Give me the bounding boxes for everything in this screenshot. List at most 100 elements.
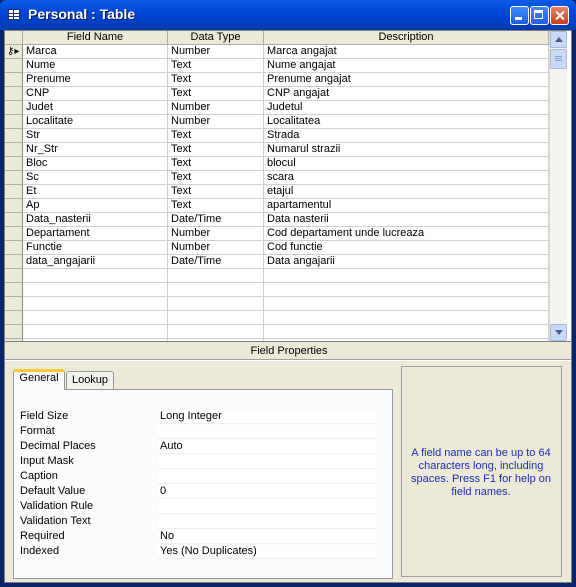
description-cell[interactable]: Cod functie [264, 241, 549, 255]
field-name-cell[interactable]: Sc [23, 171, 168, 185]
property-value-field[interactable]: No [158, 530, 376, 544]
vertical-scrollbar[interactable] [549, 31, 567, 341]
data-type-cell[interactable]: Text [168, 73, 264, 87]
scroll-thumb[interactable] [550, 49, 567, 69]
description-cell[interactable] [264, 297, 549, 311]
row-selector[interactable] [5, 269, 23, 283]
row-selector[interactable] [5, 325, 23, 339]
data-type-cell[interactable] [168, 283, 264, 297]
property-value-field[interactable]: Yes (No Duplicates) [158, 545, 376, 559]
header-data-type[interactable]: Data Type [168, 31, 264, 45]
field-name-cell[interactable]: Et [23, 185, 168, 199]
description-cell[interactable]: apartamentul [264, 199, 549, 213]
field-name-cell[interactable]: Str [23, 129, 168, 143]
property-value-field[interactable] [158, 425, 376, 439]
maximize-button[interactable] [530, 6, 549, 25]
table-row[interactable]: Ap Text apartamentul [5, 199, 549, 213]
field-name-cell[interactable]: Ap [23, 199, 168, 213]
table-row[interactable] [5, 311, 549, 325]
close-button[interactable] [550, 6, 569, 25]
row-selector[interactable] [5, 115, 23, 129]
description-cell[interactable]: Data angajarii [264, 255, 549, 269]
row-selector[interactable] [5, 87, 23, 101]
table-row[interactable] [5, 283, 549, 297]
description-cell[interactable] [264, 311, 549, 325]
data-type-cell[interactable]: Number [168, 101, 264, 115]
property-value-field[interactable]: 0 [158, 485, 376, 499]
data-type-cell[interactable]: Text [168, 59, 264, 73]
table-row[interactable] [5, 297, 549, 311]
property-value-field[interactable] [158, 515, 376, 529]
data-type-cell[interactable]: Text [168, 87, 264, 101]
row-selector[interactable] [5, 283, 23, 297]
row-selector[interactable] [5, 241, 23, 255]
table-row[interactable]: ⚷▸ Marca Number Marca angajat [5, 45, 549, 59]
description-cell[interactable]: scara [264, 171, 549, 185]
description-cell[interactable]: Cod departament unde lucreaza [264, 227, 549, 241]
data-type-cell[interactable]: Number [168, 45, 264, 59]
property-value-field[interactable] [158, 470, 376, 484]
table-row[interactable] [5, 325, 549, 339]
table-row[interactable]: data_angajarii Date/Time Data angajarii [5, 255, 549, 269]
data-type-cell[interactable]: Text [168, 143, 264, 157]
field-name-cell[interactable]: Functie [23, 241, 168, 255]
property-value-field[interactable] [158, 455, 376, 469]
data-type-cell[interactable]: Date/Time [168, 213, 264, 227]
table-row[interactable]: Departament Number Cod departament unde lu… [5, 227, 549, 241]
header-description[interactable]: Description [264, 31, 549, 45]
row-selector[interactable] [5, 213, 23, 227]
minimize-button[interactable] [510, 6, 529, 25]
row-selector[interactable] [5, 171, 23, 185]
description-cell[interactable]: Strada [264, 129, 549, 143]
table-row[interactable]: Et Text etajul [5, 185, 549, 199]
field-name-cell[interactable]: Prenume [23, 73, 168, 87]
field-name-cell[interactable] [23, 325, 168, 339]
property-value-field[interactable]: Long Integer [158, 410, 376, 424]
data-type-cell[interactable]: Text [168, 157, 264, 171]
table-row[interactable]: Nr_Str Text Numarul strazii [5, 143, 549, 157]
tab-lookup[interactable]: Lookup [66, 371, 114, 389]
field-name-cell[interactable]: Departament [23, 227, 168, 241]
row-selector[interactable]: ⚷▸ [5, 45, 23, 59]
data-type-cell[interactable]: Text [168, 171, 264, 185]
field-name-cell[interactable]: Marca [23, 45, 168, 59]
row-selector[interactable] [5, 157, 23, 171]
field-name-cell[interactable]: Data_nasterii [23, 213, 168, 227]
title-bar[interactable]: Personal : Table [0, 0, 576, 30]
description-cell[interactable]: Data nasterii [264, 213, 549, 227]
description-cell[interactable] [264, 325, 549, 339]
field-name-cell[interactable]: Nr_Str [23, 143, 168, 157]
header-field-name[interactable]: Field Name [23, 31, 168, 45]
description-cell[interactable]: etajul [264, 185, 549, 199]
data-type-cell[interactable] [168, 325, 264, 339]
description-cell[interactable]: Nume angajat [264, 59, 549, 73]
row-selector[interactable] [5, 129, 23, 143]
scroll-up-icon[interactable] [550, 31, 567, 48]
field-name-cell[interactable]: data_angajarii [23, 255, 168, 269]
field-name-cell[interactable]: Localitate [23, 115, 168, 129]
data-type-cell[interactable]: Number [168, 241, 264, 255]
description-cell[interactable]: Judetul [264, 101, 549, 115]
data-type-cell[interactable]: Number [168, 227, 264, 241]
table-row[interactable]: Bloc Text blocul [5, 157, 549, 171]
description-cell[interactable] [264, 269, 549, 283]
table-row[interactable]: CNP Text CNP angajat [5, 87, 549, 101]
scroll-down-icon[interactable] [550, 324, 567, 341]
field-name-cell[interactable] [23, 269, 168, 283]
table-row[interactable]: Nume Text Nume angajat [5, 59, 549, 73]
field-name-cell[interactable]: CNP [23, 87, 168, 101]
table-row[interactable]: Sc Text scara [5, 171, 549, 185]
table-row[interactable] [5, 269, 549, 283]
data-type-cell[interactable]: Number [168, 115, 264, 129]
description-cell[interactable]: Localitatea [264, 115, 549, 129]
row-selector[interactable] [5, 311, 23, 325]
field-name-cell[interactable] [23, 297, 168, 311]
description-cell[interactable]: Marca angajat [264, 45, 549, 59]
data-type-cell[interactable]: Date/Time [168, 255, 264, 269]
table-icon[interactable] [8, 9, 20, 20]
description-cell[interactable]: Numarul strazii [264, 143, 549, 157]
data-type-cell[interactable] [168, 311, 264, 325]
description-cell[interactable] [264, 283, 549, 297]
table-row[interactable]: Str Text Strada [5, 129, 549, 143]
table-row[interactable]: Functie Number Cod functie [5, 241, 549, 255]
